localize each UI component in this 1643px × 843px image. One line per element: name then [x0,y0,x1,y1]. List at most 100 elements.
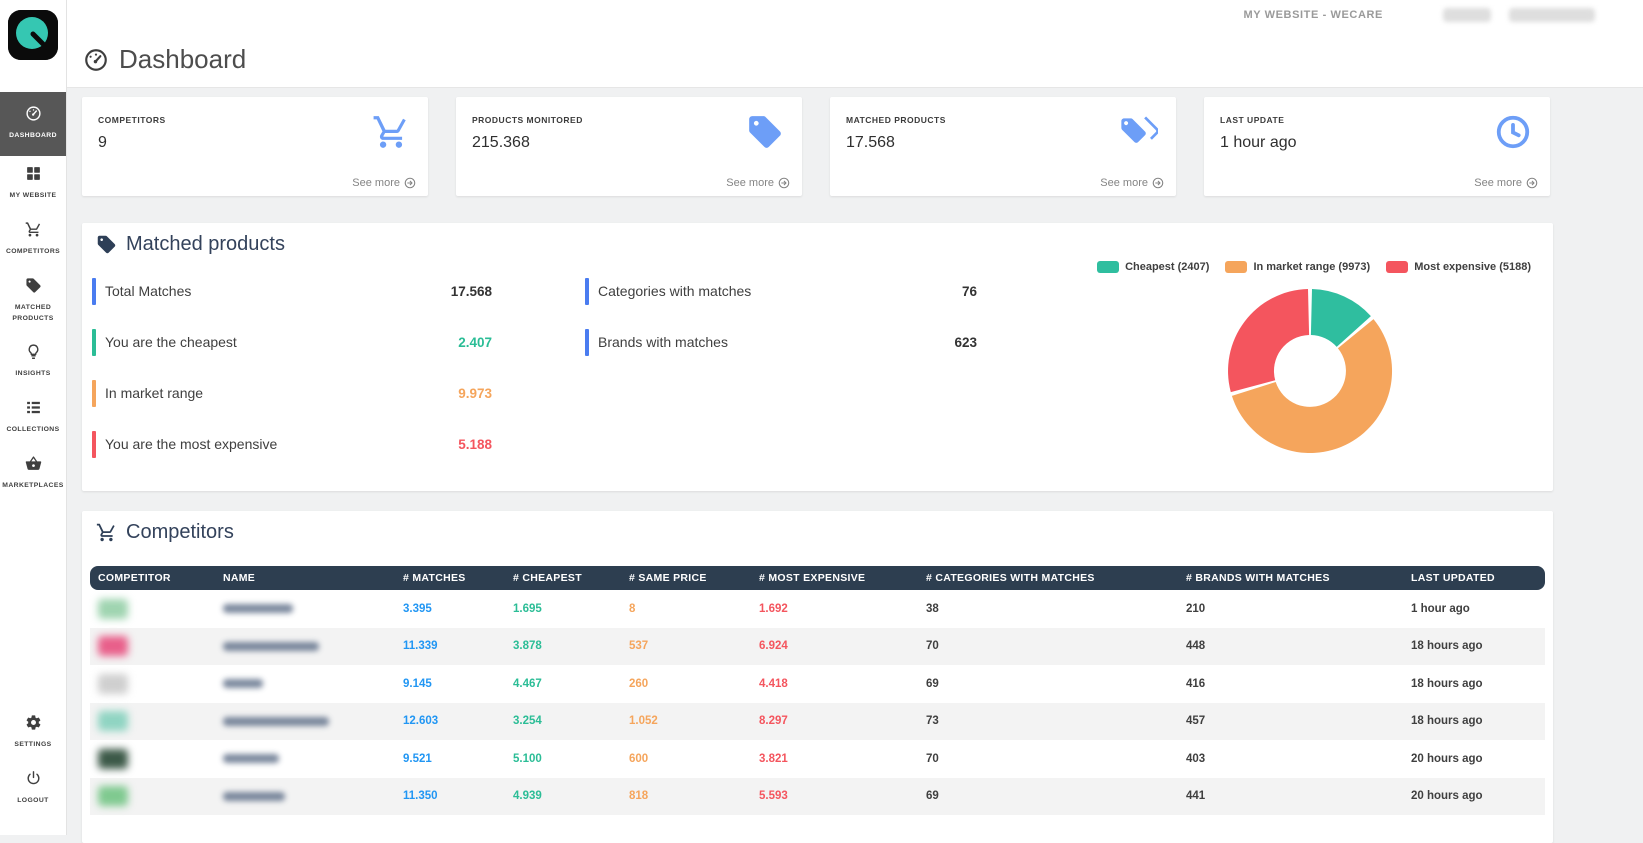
stat-label: You are the most expensive [105,436,277,452]
cheapest-cell: 3.254 [505,715,621,727]
basket-icon [25,455,42,472]
sidebar: DASHBOARD MY WEBSITECOMPETITORSMATCHED PR… [0,0,67,835]
sidebar-item-insights[interactable]: INSIGHTS [0,334,66,390]
matched-stat-you-are-the-cheapest: You are the cheapest2.407 [92,328,492,356]
see-more-link[interactable]: See more [352,177,416,189]
cart-icon [96,522,117,543]
competitor-name-cell[interactable] [215,679,395,688]
matches-cell: 11.350 [395,790,505,802]
categories-cell: 73 [918,715,1178,727]
table-row[interactable]: 3.3951.69581.692382101 hour ago [90,590,1545,628]
table-row[interactable]: 9.1454.4672604.4186941618 hours ago [90,665,1545,703]
see-more-link[interactable]: See more [1474,177,1538,189]
stat-value: 623 [954,335,977,350]
site-selector-label[interactable]: MY WEBSITE - WECARE [1243,9,1383,21]
stat-cards-row: COMPETITORS9See morePRODUCTS MONITORED21… [82,97,1553,196]
table-header-row: COMPETITORNAME# MATCHES# CHEAPEST# SAME … [90,566,1545,590]
legend-item-cheapest[interactable]: Cheapest (2407) [1097,261,1209,273]
competitors-title-text: Competitors [126,521,234,544]
categories-cell: 69 [918,678,1178,690]
last-updated-cell: 20 hours ago [1403,753,1545,765]
competitor-name-redacted [223,604,293,613]
sidebar-item-label: LOGOUT [2,796,64,807]
stat-color-bar [92,380,96,407]
competitor-logo-cell [90,749,215,769]
same-price-cell: 818 [621,790,751,802]
sidebar-item-settings[interactable]: SETTINGS [0,705,66,761]
brands-cell: 210 [1178,603,1403,615]
column-header-competitor[interactable]: COMPETITOR [90,572,215,584]
table-body: 3.3951.69581.692382101 hour ago11.3393.8… [90,590,1545,815]
sidebar-item-matched-products[interactable]: MATCHED PRODUCTS [0,268,66,335]
same-price-cell: 600 [621,753,751,765]
donut-chart[interactable] [1210,271,1410,471]
table-row[interactable]: 9.5215.1006003.8217040320 hours ago [90,740,1545,778]
column-header-most-expensive[interactable]: # MOST EXPENSIVE [751,572,918,584]
tag-icon [25,277,42,294]
table-row[interactable]: 11.3393.8785376.9247044818 hours ago [90,628,1545,666]
competitor-name-cell[interactable] [215,792,395,801]
column-header-same-price[interactable]: # SAME PRICE [621,572,751,584]
competitor-name-cell[interactable] [215,642,395,651]
column-header-cheapest[interactable]: # CHEAPEST [505,572,621,584]
app-logo[interactable] [8,10,58,60]
stat-card-label: COMPETITORS [98,115,412,125]
see-more-label: See more [1100,177,1148,189]
power-icon [25,770,42,787]
stat-card-value: 9 [98,134,412,152]
last-updated-cell: 18 hours ago [1403,640,1545,652]
competitor-name-cell[interactable] [215,717,395,726]
competitor-name-redacted [223,642,319,651]
most-expensive-cell: 3.821 [751,753,918,765]
stat-label: Brands with matches [598,334,728,350]
table-row[interactable]: 12.6033.2541.0528.2977345718 hours ago [90,703,1545,741]
sidebar-item-label: MARKETPLACES [2,481,64,492]
page-title: Dashboard [83,44,246,75]
competitor-name-cell[interactable] [215,604,395,613]
brands-cell: 457 [1178,715,1403,727]
sidebar-item-logout[interactable]: LOGOUT [0,761,66,817]
categories-cell: 38 [918,603,1178,615]
title-banner: Dashboard [67,30,1643,88]
competitor-logo-redacted [98,674,128,694]
categories-cell: 70 [918,753,1178,765]
competitor-logo-redacted [98,786,128,806]
sidebar-item-competitors[interactable]: COMPETITORS [0,212,66,268]
column-header-last-updated[interactable]: LAST UPDATED [1403,572,1545,584]
see-more-link[interactable]: See more [1100,177,1164,189]
matched-stat-in-market-range: In market range9.973 [92,379,492,407]
stat-card-matched-products: MATCHED PRODUCTS17.568See more [830,97,1176,196]
see-more-label: See more [726,177,774,189]
see-more-link[interactable]: See more [726,177,790,189]
matched-stat-you-are-the-most-expensive: You are the most expensive5.188 [92,430,492,458]
arrow-circle-icon [1152,177,1164,189]
column-header-categories-with-matches[interactable]: # CATEGORIES WITH MATCHES [918,572,1178,584]
gauge-icon [25,105,42,122]
competitor-name-cell[interactable] [215,754,395,763]
stat-card-last-update: LAST UPDATE1 hour agoSee more [1204,97,1550,196]
topbar-redacted-button-2[interactable] [1509,8,1595,22]
topbar-redacted-button-1[interactable] [1443,8,1491,22]
column-header-name[interactable]: NAME [215,572,395,584]
competitor-logo-redacted [98,636,128,656]
cheapest-cell: 4.939 [505,790,621,802]
categories-cell: 70 [918,640,1178,652]
see-more-label: See more [1474,177,1522,189]
table-row[interactable]: 11.3504.9398185.5936944120 hours ago [90,778,1545,816]
tag-icon [96,234,117,255]
sidebar-item-label: COLLECTIONS [2,425,64,436]
stat-value: 17.568 [451,284,492,299]
column-header-brands-with-matches[interactable]: # BRANDS WITH MATCHES [1178,572,1403,584]
sidebar-item-label: DASHBOARD [2,131,64,142]
matched-products-title: Matched products [96,233,285,256]
last-updated-cell: 18 hours ago [1403,678,1545,690]
stat-card-label: PRODUCTS MONITORED [472,115,786,125]
sidebar-item-marketplaces[interactable]: MARKETPLACES [0,446,66,502]
sidebar-item-my-website[interactable]: MY WEBSITE [0,156,66,212]
last-updated-cell: 20 hours ago [1403,790,1545,802]
sidebar-footer-menu: SETTINGS LOGOUT [0,705,66,817]
donut-slice-most-expensive[interactable] [1228,289,1309,392]
column-header-matches[interactable]: # MATCHES [395,572,505,584]
sidebar-item-collections[interactable]: COLLECTIONS [0,390,66,446]
sidebar-item-dashboard[interactable]: DASHBOARD [0,92,66,156]
